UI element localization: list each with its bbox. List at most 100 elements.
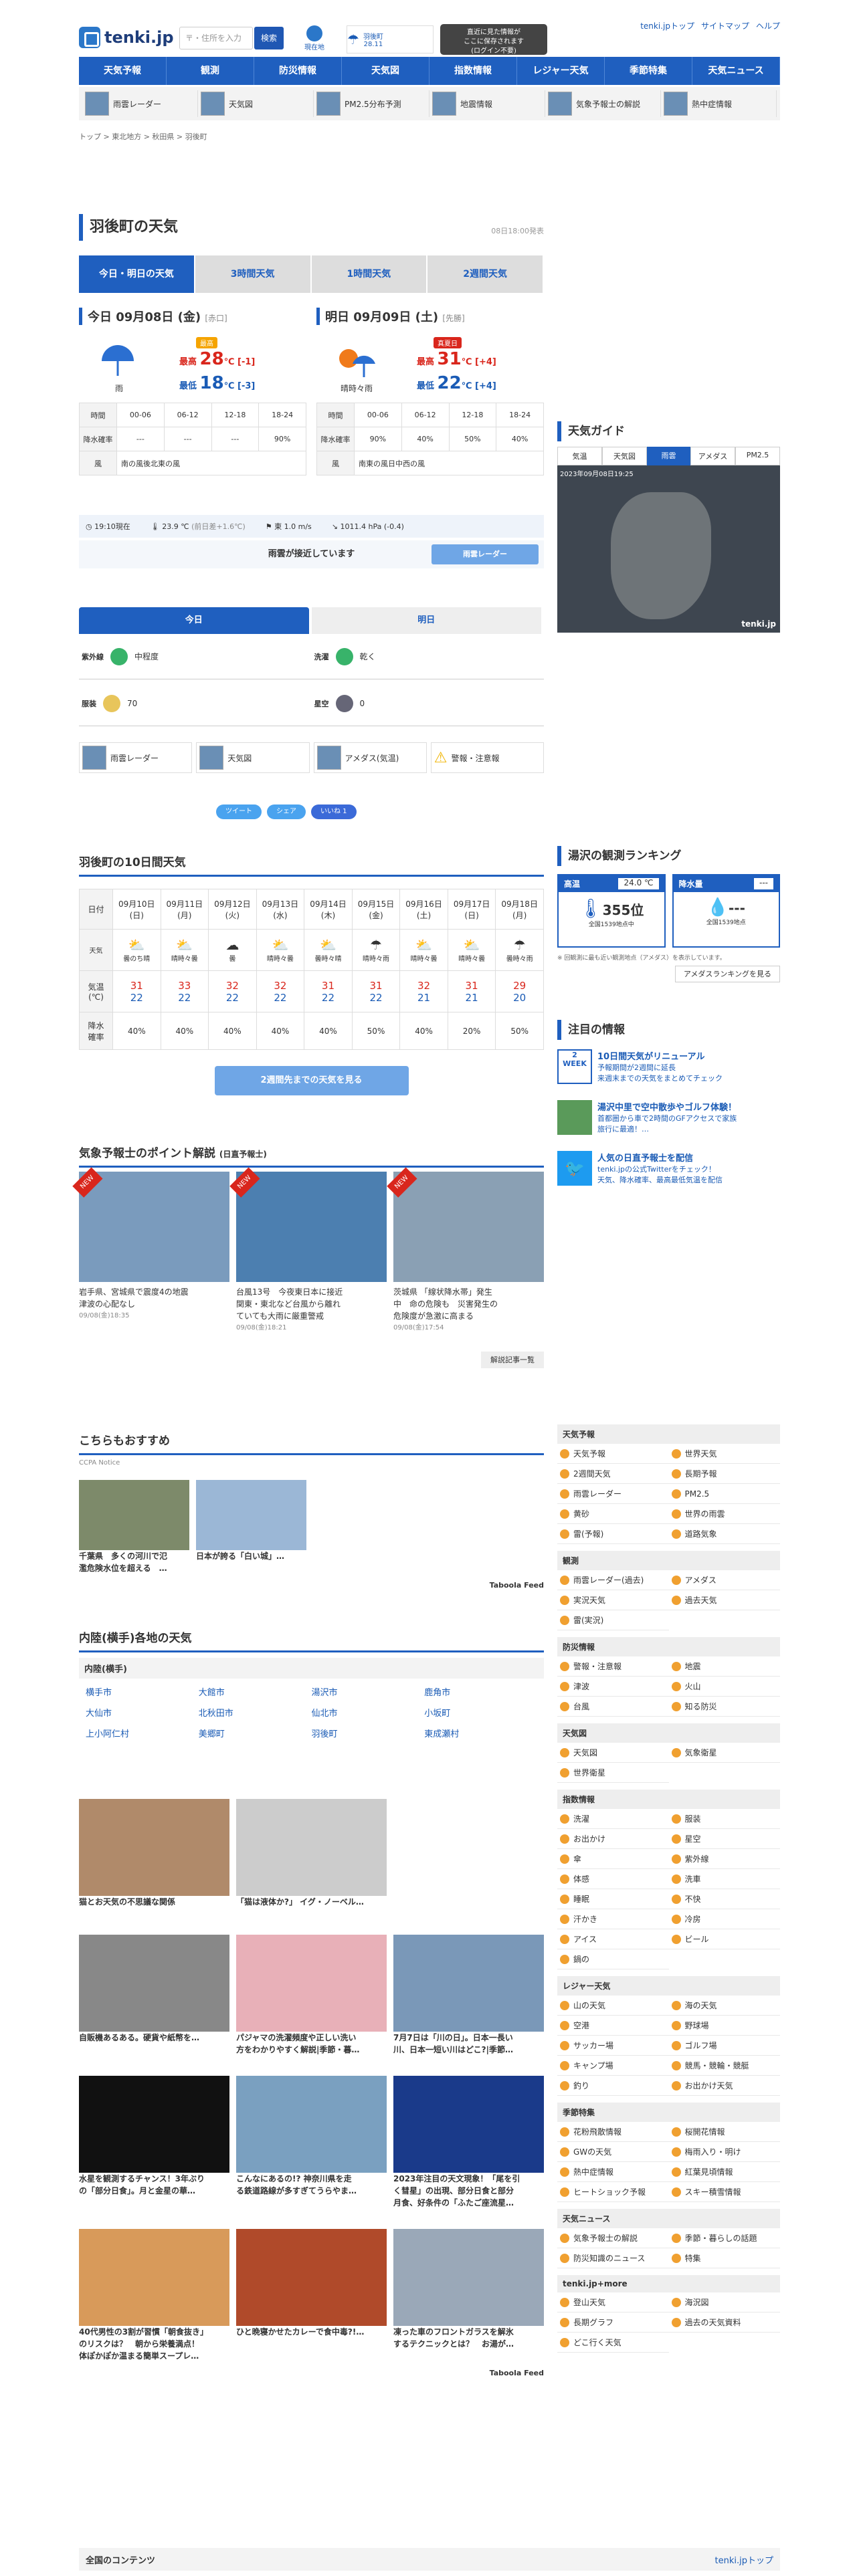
glist-link[interactable]: 海の天気 (668, 1996, 780, 2016)
city-link[interactable]: 上小阿仁村 (86, 1727, 199, 1739)
quick-amedas[interactable]: アメダス(気温) (313, 742, 427, 773)
city-link[interactable]: 東成瀬村 (424, 1727, 537, 1739)
glist-link[interactable]: 雷(実況) (557, 1610, 669, 1630)
glist-link[interactable]: お出かけ天気 (668, 2076, 780, 2096)
gnav-index[interactable]: 指数情報 (430, 57, 517, 85)
notice-item[interactable]: 2 WEEK 10日間天気がリニューアル 予報期間が2週間に延長 来週末までの天気を… (557, 1049, 780, 1084)
city-link[interactable]: 大仙市 (86, 1706, 199, 1719)
glist-link[interactable]: 世界の雨雲 (668, 1504, 780, 1524)
glist-link[interactable]: スキー積雪情報 (668, 2182, 780, 2202)
glist-link[interactable]: 防災知識のニュース (557, 2248, 669, 2268)
glist-link[interactable]: 津波 (557, 1677, 669, 1697)
rain-map[interactable]: 2023年09月08日19:25 tenki.jp (557, 465, 780, 633)
glist-link[interactable]: どこ行く天気 (557, 2333, 669, 2353)
share-button[interactable]: シェア (267, 804, 306, 819)
glist-link[interactable]: 雨雲レーダー (557, 1484, 669, 1504)
subnav-expert[interactable]: 気象予報士の解説 (545, 90, 661, 117)
city-link[interactable]: 横手市 (86, 1685, 199, 1698)
glist-link[interactable]: 雨雲レーダー(過去) (557, 1570, 669, 1590)
glist-link[interactable]: 競馬・競輪・競艇 (668, 2056, 780, 2076)
rank-more-button[interactable]: アメダスランキングを見る (674, 966, 780, 982)
photo-card[interactable]: 40代男性の3割が習慣「朝食抜き」 のリスクは？ 朝から栄養満点！ 体ぽかぽか温… (79, 2229, 229, 2362)
glist-link[interactable]: 洗濯 (557, 1809, 669, 1829)
glist-link[interactable]: 長期予報 (668, 1464, 780, 1484)
index-laundry[interactable]: 洗濯 乾く (312, 634, 545, 679)
pro-more-button[interactable]: 解説記事一覧 (481, 1352, 544, 1368)
glist-link[interactable]: 雷(予報) (557, 1524, 669, 1544)
photo-card[interactable]: ひと晩寝かせたカレーで食中毒?!… (236, 2229, 387, 2362)
glist-link[interactable]: 冷房 (668, 1909, 780, 1929)
photo-card[interactable]: 猫とお天気の不思議な関係 (79, 1799, 229, 1908)
glist-link[interactable]: 海況図 (668, 2292, 780, 2313)
photo-card[interactable]: パジャマの洗濯頻度や正しい洗い 方をわかりやすく解説|季節・暮… (236, 1935, 387, 2056)
glist-link[interactable]: 過去天気 (668, 1590, 780, 1610)
glist-link[interactable]: 梅雨入り・明け (668, 2142, 780, 2162)
index-star[interactable]: 星空 0 (312, 681, 545, 726)
glist-link[interactable]: 台風 (557, 1697, 669, 1717)
glist-link[interactable]: 野球場 (668, 2016, 780, 2036)
tab-1hour[interactable]: 1時間天気 (311, 255, 427, 293)
photo-card[interactable]: 7月7日は「川の日」。日本一長い 川、日本一短い川はどこ?|季節… (393, 1935, 544, 2056)
glist-link[interactable]: 火山 (668, 1677, 780, 1697)
city-link[interactable]: 北秋田市 (199, 1706, 312, 1719)
top-link-sitemap[interactable]: サイトマップ (701, 20, 749, 31)
search-button[interactable]: 検索 (254, 27, 284, 49)
photo-card[interactable]: 自販機あるある。硬貨や紙幣を… (79, 1935, 229, 2056)
pro-card[interactable]: NEW 台風13号 今夜東日本に接近 関東・東北など台風から離れ ていても大雨に厳… (229, 1167, 387, 1334)
glist-link[interactable]: 2週間天気 (557, 1464, 669, 1484)
glist-link[interactable]: サッカー場 (557, 2036, 669, 2056)
tab-2week[interactable]: 2週間天気 (427, 255, 543, 293)
glist-link[interactable]: ヒートショック予報 (557, 2182, 669, 2202)
glist-link[interactable]: 天気予報 (557, 1444, 669, 1464)
guide-tab[interactable]: PM2.5 (735, 447, 780, 465)
subnav-quake[interactable]: 地震情報 (430, 90, 545, 117)
city-link[interactable]: 鹿角市 (424, 1685, 537, 1698)
tab-3hour[interactable]: 3時間天気 (195, 255, 310, 293)
quick-chart[interactable]: 天気図 (196, 742, 310, 773)
quick-radar[interactable]: 雨雲レーダー (79, 742, 193, 773)
glist-link[interactable]: PM2.5 (668, 1484, 780, 1504)
subnav-pm25[interactable]: PM2.5分布予測 (314, 90, 430, 117)
glist-link[interactable]: 登山天気 (557, 2292, 669, 2313)
subnav-chart[interactable]: 天気図 (198, 90, 314, 117)
pro-card[interactable]: NEW 茨城県 「線状降水帯」発生 中 命の危険も 災害発生の 危険度が急激に高ま… (387, 1167, 544, 1334)
photo-card[interactable]: 2023年注目の天文現象！「尾を引 く彗星」の出現、部分日食と部分 月食、好条件… (393, 2076, 544, 2209)
notice-item[interactable]: 湯沢中里で空中散歩やゴルフ体験！ 首都圏から車で2時間のGFアクセスで家族 旅行に… (557, 1100, 780, 1135)
glist-link[interactable]: 天気図 (557, 1743, 669, 1763)
gnav-forecast[interactable]: 天気予報 (79, 57, 167, 85)
glist-link[interactable]: キャンプ場 (557, 2056, 669, 2076)
rec-card[interactable]: 日本が誇る「白い城」… (196, 1480, 306, 1574)
like-button[interactable]: いいね 1 (311, 804, 357, 819)
tweet-button[interactable]: ツイート (216, 804, 262, 819)
quick-warning[interactable]: ⚠ 警報・注意報 (430, 742, 544, 773)
subnav-radar[interactable]: 雨雲レーダー (82, 90, 198, 117)
glist-link[interactable]: 星空 (668, 1829, 780, 1849)
guide-tab[interactable]: 雨雲 (647, 447, 690, 465)
history-hu[interactable]: ☂ 羽後町 28.11 (347, 25, 434, 53)
gnav-disaster[interactable]: 防災情報 (254, 57, 342, 85)
two-week-button[interactable]: 2週間先までの天気を見る (214, 1066, 409, 1095)
city-link[interactable]: 小坂町 (424, 1706, 537, 1719)
guide-tab[interactable]: アメダス (690, 447, 735, 465)
glist-link[interactable]: 地震 (668, 1656, 780, 1677)
gnav-chart[interactable]: 天気図 (342, 57, 430, 85)
glist-link[interactable]: 山の天気 (557, 1996, 669, 2016)
index-uv[interactable]: 紫外線 中程度 (79, 634, 312, 679)
glist-link[interactable]: 熱中症情報 (557, 2162, 669, 2182)
glist-link[interactable]: 知る防災 (668, 1697, 780, 1717)
glist-link[interactable]: 気象予報士の解説 (557, 2228, 669, 2248)
city-link[interactable]: 美郷町 (199, 1727, 312, 1739)
footer-top-link[interactable]: tenki.jpトップ (715, 2553, 773, 2566)
glist-link[interactable]: 服装 (668, 1809, 780, 1829)
index-tab-today[interactable]: 今日 (79, 607, 309, 634)
glist-link[interactable]: 体感 (557, 1869, 669, 1889)
glist-link[interactable]: 世界天気 (668, 1444, 780, 1464)
glist-link[interactable]: ゴルフ場 (668, 2036, 780, 2056)
glist-link[interactable]: アメダス (668, 1570, 780, 1590)
photo-card[interactable]: 水星を観測するチャンス！3年ぶり の「部分日食」。月と金星の華… (79, 2076, 229, 2209)
glist-link[interactable]: 桜開花情報 (668, 2122, 780, 2142)
glist-link[interactable]: 汗かき (557, 1909, 669, 1929)
rain-radar-button[interactable]: 雨雲レーダー (432, 544, 539, 564)
glist-link[interactable]: 紅葉見頃情報 (668, 2162, 780, 2182)
glist-link[interactable]: 世界衛星 (557, 1763, 669, 1783)
